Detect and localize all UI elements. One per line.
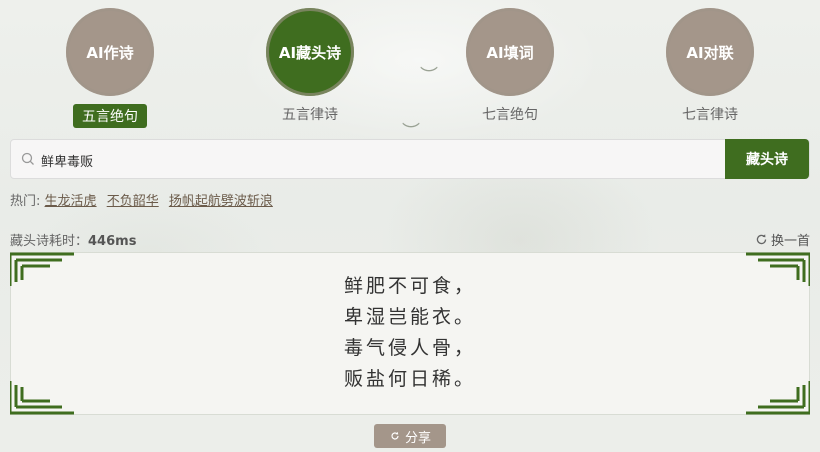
search-input[interactable]: 鲜卑毒贩 [41,151,93,170]
timing-info: 藏头诗耗时：446ms [10,234,137,249]
mode-ai-couplet[interactable]: AI对联 七言律诗 [650,8,770,128]
poem-text: 鲜肥不可食， 卑湿岂能衣。 毒气侵人骨， 贩盐何日稀。 [11,271,809,395]
mode-sub-option[interactable]: 七言绝句 [450,104,570,124]
hot-topic-link[interactable]: 不负韶华 [107,194,159,209]
mode-ai-acrostic[interactable]: AI藏头诗 五言律诗 [250,8,370,128]
refresh-icon [756,234,767,245]
mode-sub-option[interactable]: 七言律诗 [650,104,770,124]
poem-panel: 鲜肥不可食， 卑湿岂能衣。 毒气侵人骨， 贩盐何日稀。 [10,252,810,415]
hot-topics: 热门: 生龙活虎 不负韶华 扬帆起航劈波斩浪 [10,190,279,209]
mode-sub-option[interactable]: 五言律诗 [250,104,370,124]
poem-line: 鲜肥不可食， [343,275,476,297]
share-icon [391,431,399,440]
mode-circle[interactable]: AI对联 [666,8,754,96]
hot-topic-link[interactable]: 扬帆起航劈波斩浪 [169,194,273,209]
poem-line: 毒气侵人骨， [343,337,476,359]
timing-value: 446ms [88,234,137,249]
mode-ai-poem[interactable]: AI作诗 五言绝句 [50,8,170,128]
hot-label: 热门: [10,194,41,209]
acrostic-submit-button[interactable]: 藏头诗 [725,139,809,179]
mode-circle[interactable]: AI藏头诗 [266,8,354,96]
poem-line: 贩盐何日稀。 [343,368,476,390]
search-bar: 鲜卑毒贩 藏头诗 [10,139,810,179]
mode-selector: AI作诗 五言绝句 AI藏头诗 五言律诗 AI填词 七言绝句 AI对联 七言律诗 [0,8,820,128]
hot-topic-link[interactable]: 生龙活虎 [45,194,97,209]
poem-line: 卑湿岂能衣。 [343,306,476,328]
swap-button[interactable]: 换一首 [755,230,810,249]
share-button[interactable]: 分享 [374,424,446,448]
search-icon [21,152,34,165]
mode-ai-ci[interactable]: AI填词 七言绝句 [450,8,570,128]
mode-sub-option[interactable]: 五言绝句 [50,104,170,128]
mode-circle[interactable]: AI作诗 [66,8,154,96]
mode-circle[interactable]: AI填词 [466,8,554,96]
